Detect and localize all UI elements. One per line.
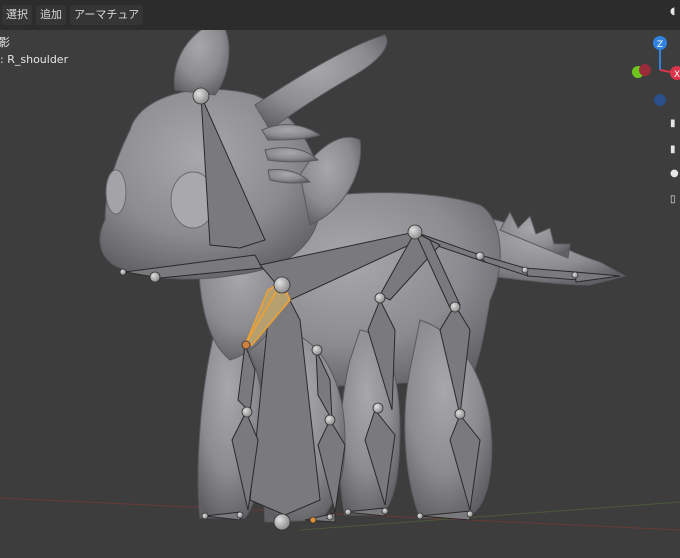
header-right-icon[interactable]: ◖ [670,7,678,17]
menu-add[interactable]: 追加 [36,5,66,25]
toolbar-icon-2[interactable]: ▮ [670,145,678,155]
menu-armature[interactable]: アーマチュア [70,5,144,25]
toolbar-icon-4[interactable]: ▯ [670,195,678,205]
viewport-header: 選択 追加 アーマチュア [0,0,680,30]
viewport-mode-text: 影 [0,36,10,49]
active-bone-prefix: : [0,53,4,66]
active-bone-name: R_shoulder [7,53,69,66]
eye-right [105,169,127,215]
gizmo-neg-x-axis[interactable] [639,64,651,76]
scene-canvas[interactable]: Z X [0,0,680,558]
toolbar-icon-1[interactable]: ▮ [670,119,678,129]
floor-grid [0,497,680,531]
active-bone-label: : R_shoulder [0,53,68,66]
gizmo-z-label: Z [657,40,663,50]
gizmo-x-label: X [674,70,680,80]
toolbar-icon-3[interactable]: ● [670,169,679,179]
3d-viewport[interactable]: Z X [0,0,680,558]
menu-select[interactable]: 選択 [2,5,32,25]
gizmo-neg-z-axis[interactable] [654,94,666,106]
